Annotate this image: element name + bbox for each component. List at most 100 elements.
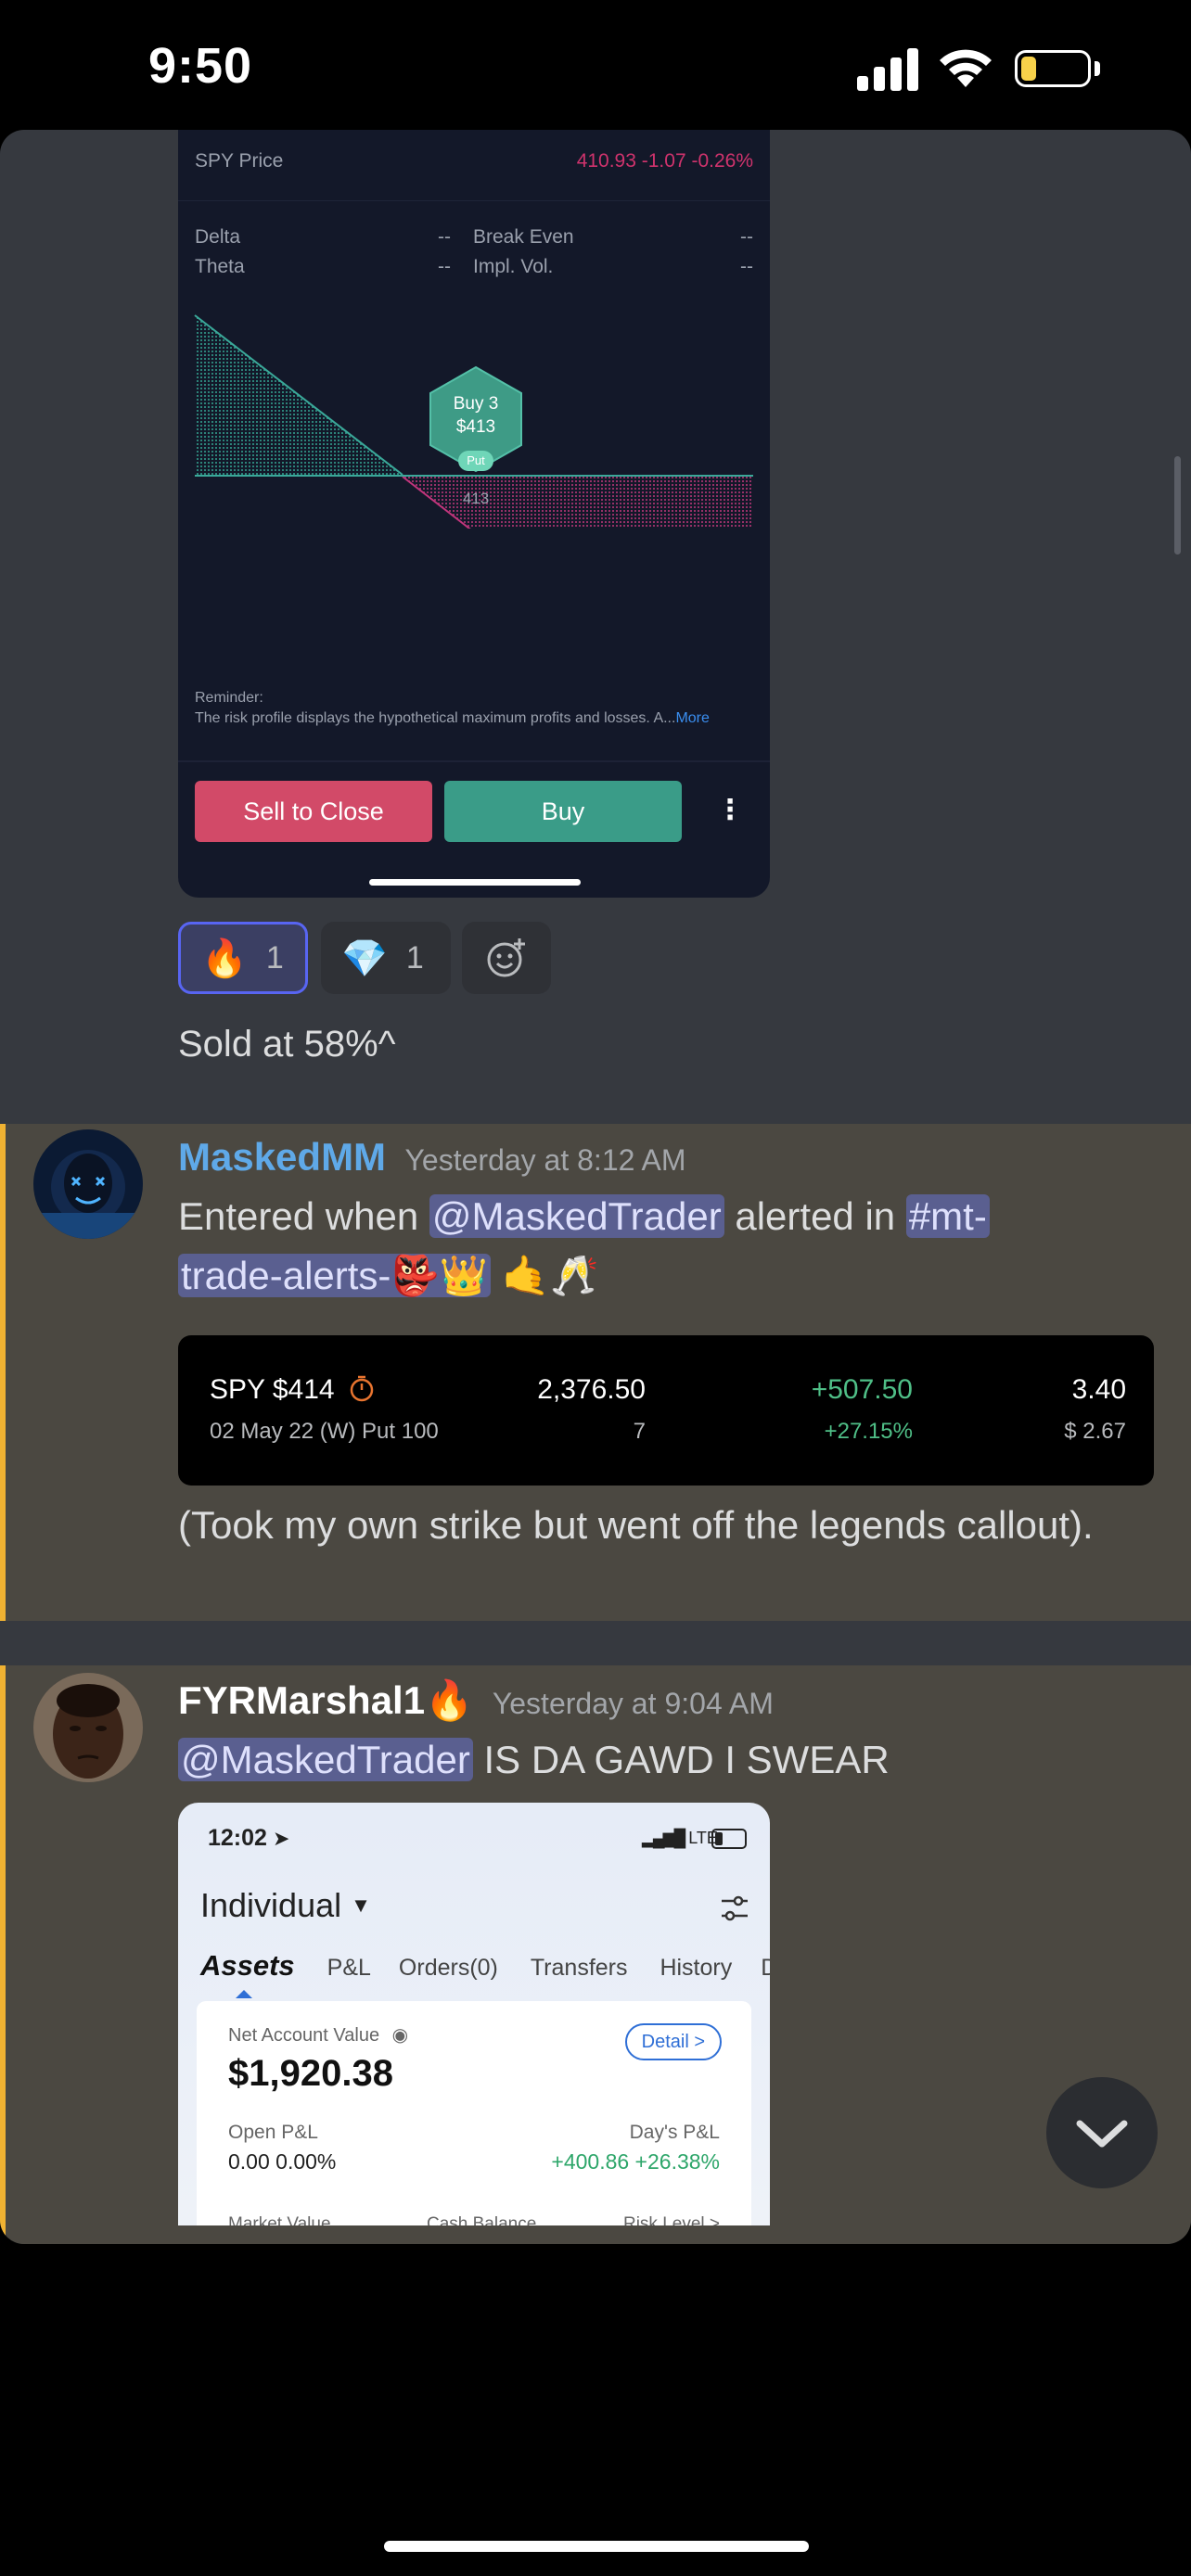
home-indicator[interactable] <box>384 2541 809 2552</box>
break-even-value: -- <box>740 226 753 248</box>
masked-avatar-icon <box>33 1129 143 1239</box>
emoji-tail: 🤙🥂 <box>501 1254 599 1297</box>
reaction-gem[interactable]: 💎 1 <box>321 922 451 994</box>
attachment-options-screenshot[interactable]: SPY Price 410.93 -1.07 -0.26% Delta -- T… <box>178 130 770 898</box>
active-tab-indicator <box>236 1990 252 1998</box>
trade-embed[interactable]: SPY $414 02 May 22 (W) Put 100 2,376.50 … <box>178 1335 1154 1486</box>
more-link[interactable]: More <box>675 710 709 726</box>
chat-panel[interactable]: SPY Price 410.93 -1.07 -0.26% Delta -- T… <box>0 130 1191 2244</box>
timestamp: Yesterday at 8:12 AM <box>404 1143 686 1177</box>
net-account-value: $1,920.38 <box>228 2053 393 2094</box>
status-time: 9:50 <box>148 38 253 94</box>
message-text: Entered when @MaskedTrader alerted in #m… <box>178 1187 1161 1306</box>
username[interactable]: MaskedMM <box>178 1135 386 1179</box>
screenshot-network: ▂▄▆█ LTE <box>642 1829 718 1847</box>
tab-pnl[interactable]: P&L <box>327 1955 370 1981</box>
net-account-value-label: Net Account Value ◉ <box>228 2025 409 2046</box>
embed-contract: 02 May 22 (W) Put 100 <box>210 1419 439 1444</box>
attachment-account-screenshot[interactable]: 12:02 ➤ ▂▄▆█ LTE Individual ▼ Assets P&L… <box>178 1803 770 2225</box>
tab-orders[interactable]: Orders(0) <box>399 1955 498 1981</box>
buy-button[interactable]: Buy <box>444 781 682 842</box>
reminder-text: The risk profile displays the hypothetic… <box>195 710 710 726</box>
message-header: MaskedMM Yesterday at 8:12 AM <box>178 1135 686 1180</box>
marker-tag: Put <box>467 453 485 467</box>
username[interactable]: FYRMarshal1🔥 <box>178 1678 473 1722</box>
user-mention[interactable]: @MaskedTrader <box>429 1194 724 1238</box>
delta-label: Delta <box>195 226 241 248</box>
embed-price: 3.40 <box>1071 1374 1126 1405</box>
divider <box>178 200 770 201</box>
theta-label: Theta <box>195 256 245 277</box>
risk-level-label: Risk Level > <box>622 2214 720 2225</box>
cellular-signal-icon <box>857 48 918 91</box>
tab-assets[interactable]: Assets <box>200 1949 295 1982</box>
channel-mention[interactable]: #mt- <box>905 1194 990 1238</box>
embed-pnl-pct: +27.15% <box>824 1419 913 1444</box>
message-text: @MaskedTrader IS DA GAWD I SWEAR <box>178 1730 890 1790</box>
message-text: Sold at 58%^ <box>178 1024 396 1065</box>
embed-pnl: +507.50 <box>811 1374 913 1405</box>
battery-tip <box>1095 61 1100 76</box>
more-options-icon[interactable]: ⋮ <box>716 794 744 826</box>
gem-emoji-icon: 💎 <box>341 937 388 979</box>
day-pnl-value: +400.86 +26.38% <box>551 2149 720 2174</box>
cash-balance-label: Cash Balance <box>427 2214 537 2225</box>
location-arrow-icon: ➤ <box>273 1827 290 1850</box>
wifi-icon <box>940 49 992 87</box>
embed-value: 2,376.50 <box>537 1374 646 1405</box>
embed-cost: $ 2.67 <box>1064 1419 1126 1444</box>
account-tabs: Assets P&L Orders(0) Transfers History D… <box>200 1949 770 1983</box>
message-header: FYRMarshal1🔥 Yesterday at 9:04 AM <box>178 1678 774 1724</box>
account-summary-panel: Net Account Value ◉ $1,920.38 Detail > O… <box>197 2001 751 2225</box>
marker-line1: Buy 3 <box>453 394 499 414</box>
market-value-label: Market Value <box>228 2214 331 2225</box>
reaction-fire[interactable]: 🔥 1 <box>178 922 308 994</box>
tab-history[interactable]: History <box>660 1955 732 1981</box>
account-selector[interactable]: Individual ▼ <box>200 1886 371 1925</box>
tab-transfers[interactable]: Transfers <box>531 1955 628 1981</box>
battery-icon <box>1015 50 1091 87</box>
message-text: (Took my own strike but went off the leg… <box>178 1503 1094 1547</box>
theta-value: -- <box>438 256 451 277</box>
fire-emoji-icon: 🔥 <box>201 937 248 979</box>
spy-price-value: 410.93 -1.07 -0.26% <box>576 150 753 172</box>
chevron-down-icon <box>1076 2120 1128 2148</box>
day-pnl-label: Day's P&L <box>629 2122 720 2143</box>
sell-to-close-button[interactable]: Sell to Close <box>195 781 432 842</box>
screenshot-home-indicator <box>369 879 581 886</box>
delta-value: -- <box>438 226 451 248</box>
reaction-count: 1 <box>405 939 424 976</box>
avatar[interactable] <box>33 1129 143 1239</box>
embed-qty: 7 <box>633 1419 646 1444</box>
break-even-label: Break Even <box>473 226 574 248</box>
detail-button[interactable]: Detail > <box>624 2023 722 2060</box>
timer-icon <box>350 1375 374 1402</box>
strike-label: 413 <box>462 490 490 507</box>
avatar[interactable] <box>33 1673 143 1782</box>
mention-highlight-bar <box>0 1124 6 1621</box>
implied-vol-label: Impl. Vol. <box>473 256 554 277</box>
divider <box>178 760 770 762</box>
mention-highlight-bar <box>0 1665 6 2244</box>
jump-to-bottom-button[interactable] <box>1046 2077 1158 2188</box>
reaction-count: 1 <box>265 939 284 976</box>
eye-icon[interactable]: ◉ <box>392 2025 408 2046</box>
open-pnl-value: 0.00 0.00% <box>228 2149 337 2174</box>
user-mention[interactable]: @MaskedTrader <box>178 1738 473 1781</box>
tab-more[interactable]: Do <box>761 1955 770 1981</box>
open-pnl-label: Open P&L <box>228 2122 318 2143</box>
user-photo-avatar-icon <box>33 1673 143 1782</box>
spy-price-label: SPY Price <box>195 150 284 172</box>
timestamp: Yesterday at 9:04 AM <box>492 1687 774 1720</box>
marker-line2: $413 <box>455 417 496 437</box>
embed-ticker: SPY $414 <box>210 1374 376 1406</box>
scrollbar[interactable] <box>1174 456 1181 555</box>
implied-vol-value: -- <box>740 256 753 277</box>
reminder-title: Reminder: <box>195 690 263 706</box>
channel-mention-cont[interactable]: trade-alerts-👺👑 <box>178 1254 491 1297</box>
add-reaction-button[interactable] <box>462 922 551 994</box>
screenshot-battery-icon <box>711 1829 747 1849</box>
add-reaction-icon <box>487 938 525 977</box>
filter-settings-icon[interactable] <box>720 1894 749 1923</box>
screenshot-time: 12:02 <box>208 1825 267 1851</box>
